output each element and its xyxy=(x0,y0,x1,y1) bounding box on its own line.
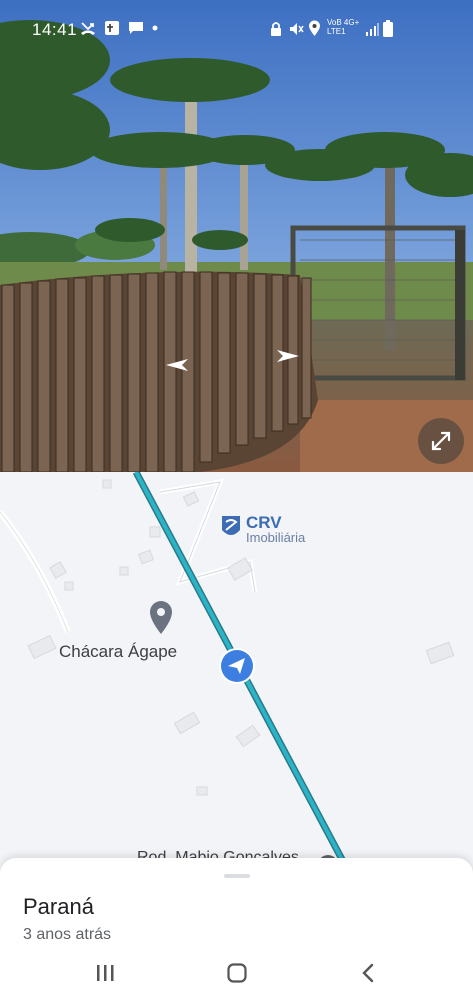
place-pin-icon[interactable] xyxy=(150,601,172,634)
move-left-arrow-icon[interactable] xyxy=(160,355,190,375)
mute-icon xyxy=(290,23,304,35)
back-icon[interactable] xyxy=(360,963,376,983)
move-right-arrow-icon[interactable] xyxy=(275,346,303,366)
signal-icon xyxy=(366,23,379,36)
street-view-image xyxy=(0,0,473,472)
expand-fullscreen-button[interactable] xyxy=(418,418,464,464)
brand-label: CRV Imobiliária xyxy=(246,514,305,545)
sheet-title: Paraná xyxy=(23,894,94,919)
photo-icon xyxy=(105,21,119,35)
network-top-text: VoB 4G+ xyxy=(327,18,360,27)
lock-icon xyxy=(271,22,281,36)
drag-handle[interactable] xyxy=(224,874,250,878)
system-nav-bar xyxy=(0,955,473,1000)
missed-call-icon xyxy=(81,22,95,35)
network-bottom-text: LTE1 xyxy=(327,27,346,36)
map-canvas xyxy=(0,472,455,865)
status-time: 14:41 xyxy=(32,20,78,39)
expand-icon xyxy=(431,431,451,451)
place-label[interactable]: Chácara Ágape xyxy=(59,642,177,662)
status-bar: 14:41 VoB 4G+ LTE1 xyxy=(0,0,473,60)
street-view-panorama[interactable]: 14:41 VoB 4G+ LTE1 xyxy=(0,0,473,472)
dot-icon xyxy=(152,25,158,31)
brand-name: CRV xyxy=(246,513,282,532)
battery-icon xyxy=(383,20,393,37)
recents-icon[interactable] xyxy=(94,963,116,983)
brand-subtitle: Imobiliária xyxy=(246,530,306,545)
direction-marker-icon[interactable] xyxy=(219,648,255,684)
crv-logo-icon xyxy=(222,516,240,535)
sheet-subtitle: 3 anos atrás xyxy=(23,926,112,943)
map-view[interactable]: CRV Imobiliária Chácara Ágape Rod. Mabio… xyxy=(0,472,473,865)
home-icon[interactable] xyxy=(226,963,248,983)
network-indicator: VoB 4G+ LTE1 xyxy=(327,18,359,36)
message-icon xyxy=(129,22,143,34)
location-icon xyxy=(309,20,320,36)
